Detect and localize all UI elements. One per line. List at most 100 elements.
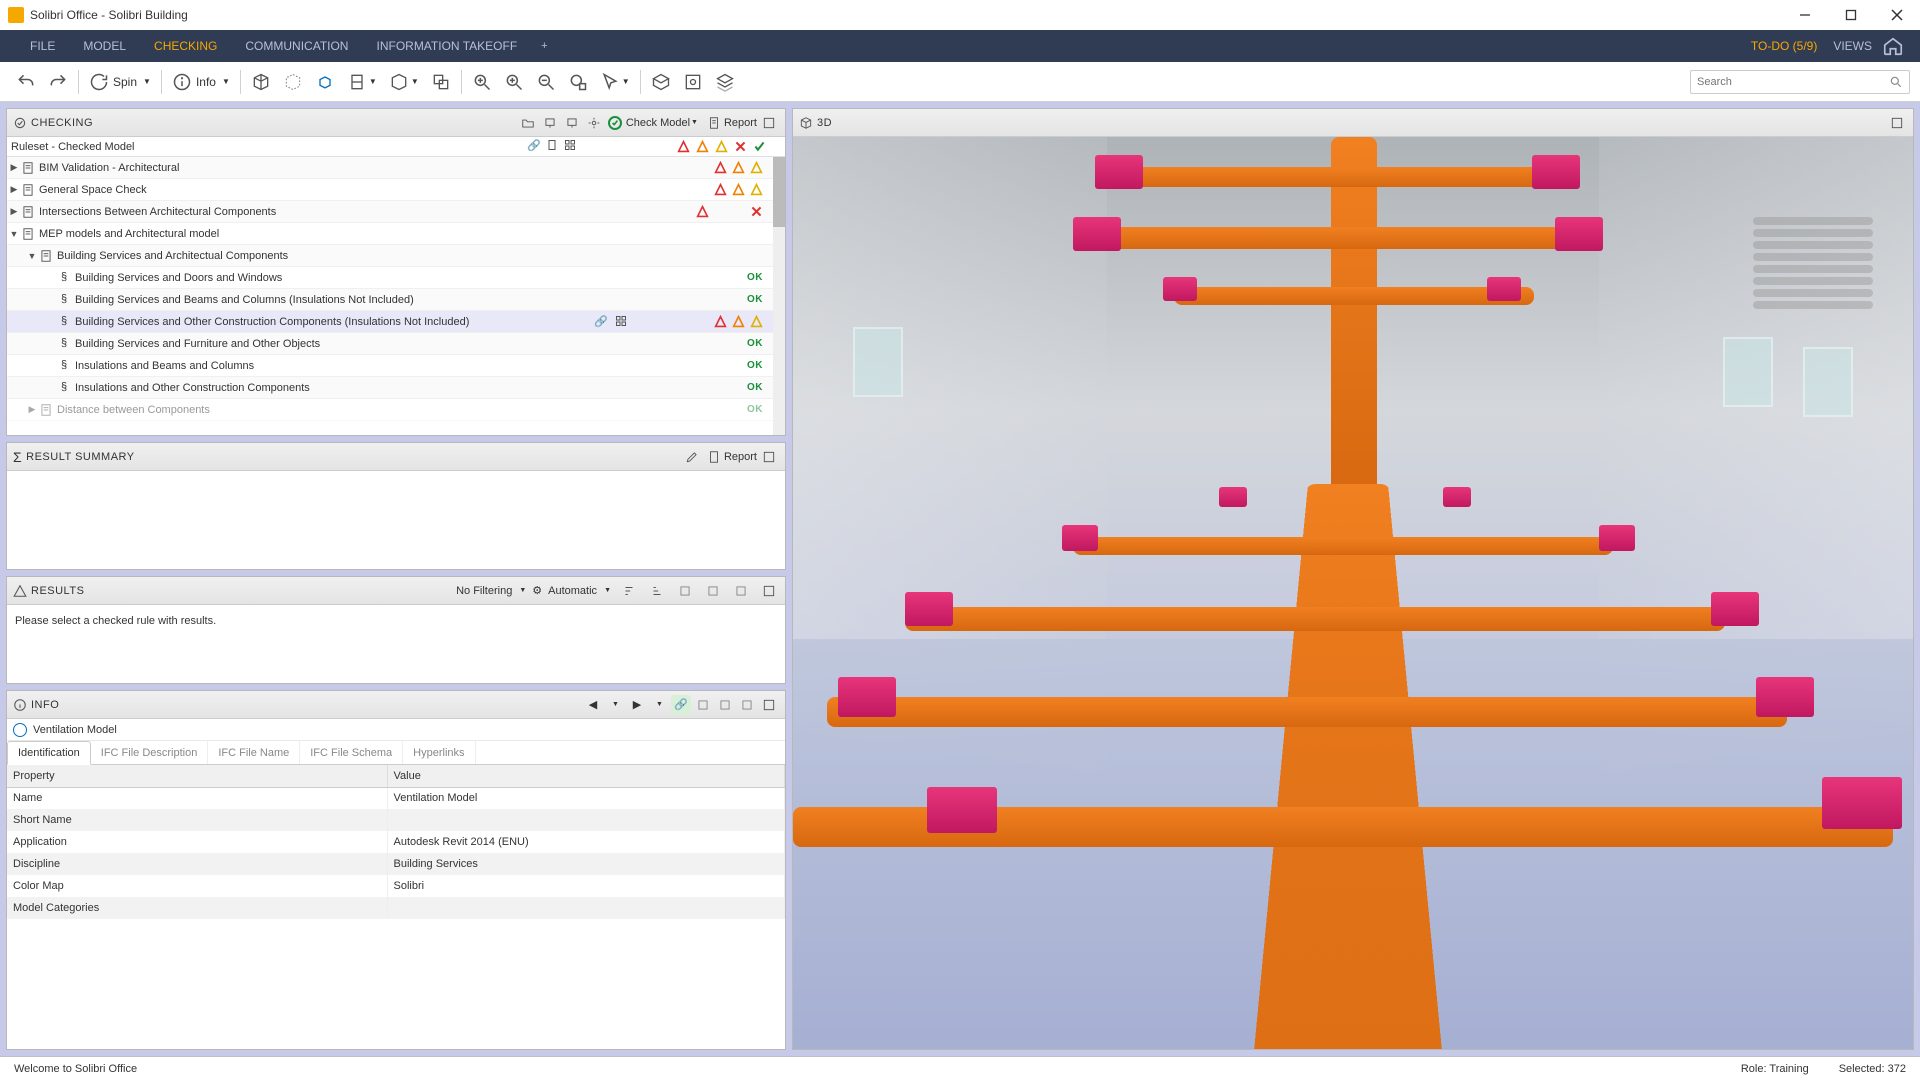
results-box3-button[interactable] [731,581,751,601]
property-row[interactable]: ApplicationAutodesk Revit 2014 (ENU) [7,831,785,853]
section-button[interactable] [645,62,677,102]
column-value[interactable]: Value [387,765,785,787]
summary-report-label[interactable]: Report [724,451,757,463]
menu-file[interactable]: FILE [16,30,69,62]
rule-tree-row[interactable]: ▼MEP models and Architectural model [7,223,773,245]
layers-button[interactable] [709,62,741,102]
menu-communication[interactable]: COMMUNICATION [231,30,362,62]
home-icon[interactable] [1882,35,1904,57]
property-row[interactable]: Color MapSolibri [7,875,785,897]
grid-icon[interactable] [563,139,577,154]
info-tab[interactable]: Identification [7,741,91,765]
summary-edit-button[interactable] [682,447,702,467]
rule-tree-row[interactable]: §Building Services and Furniture and Oth… [7,333,773,355]
select-button[interactable]: ▼ [594,62,636,102]
info-box2-button[interactable] [715,695,735,715]
info-button[interactable]: Info▼ [166,62,236,102]
info-layout-button[interactable] [759,695,779,715]
redo-button[interactable] [42,62,74,102]
search-input[interactable] [1697,76,1889,88]
3d-layout-button[interactable] [1887,113,1907,133]
info-link-button[interactable]: 🔗 [671,695,691,715]
rule-tree-row[interactable]: ▶BIM Validation - Architectural [7,157,773,179]
info-tab[interactable]: IFC File Name [208,741,300,764]
cube-solid-button[interactable] [245,62,277,102]
results-panel: RESULTS No Filtering▼ ⚙ Automatic▼ Pleas… [6,576,786,684]
report-button[interactable] [704,113,724,133]
results-layout-button[interactable] [759,581,779,601]
zoom-window-button[interactable] [562,62,594,102]
clipping-button[interactable] [677,62,709,102]
spin-button[interactable]: Spin▼ [83,62,157,102]
results-box2-button[interactable] [703,581,723,601]
auto-icon: ⚙ [532,584,542,597]
maximize-button[interactable] [1828,0,1874,30]
doc-icon[interactable] [545,139,559,154]
info-box3-button[interactable] [737,695,757,715]
rule-tree-row[interactable]: ▶General Space Check [7,179,773,201]
presentation-down-button[interactable] [562,113,582,133]
property-row[interactable]: Model Categories [7,897,785,919]
rule-tree-row[interactable]: §Insulations and Other Construction Comp… [7,377,773,399]
search-icon[interactable] [1889,75,1903,89]
automatic-label[interactable]: Automatic [548,585,597,597]
menu-add-tab[interactable]: + [531,40,557,52]
open-ruleset-button[interactable] [518,113,538,133]
3d-title: 3D [817,117,832,129]
info-tab[interactable]: IFC File Schema [300,741,403,764]
cube-small-button[interactable] [309,62,341,102]
results-box1-button[interactable] [675,581,695,601]
zoom-out-button[interactable] [530,62,562,102]
cube-transparent-button[interactable] [425,62,457,102]
info-box1-button[interactable] [693,695,713,715]
zoom-in-button[interactable] [498,62,530,102]
titlebar: Solibri Office - Solibri Building [0,0,1920,30]
link-icon[interactable]: 🔗 [527,139,541,154]
summary-layout-button[interactable] [759,447,779,467]
minimize-button[interactable] [1782,0,1828,30]
rule-tree-row[interactable]: ▼Building Services and Architectual Comp… [7,245,773,267]
views-link[interactable]: VIEWS [1833,39,1872,53]
nav-first-button[interactable]: ◀ [583,695,603,715]
presentation-button[interactable] [540,113,560,133]
sort-asc-button[interactable] [619,581,639,601]
rule-tree-row[interactable]: §Building Services and Doors and Windows… [7,267,773,289]
property-row[interactable]: NameVentilation Model [7,787,785,809]
model-icon [13,723,27,737]
summary-title: RESULT SUMMARY [26,451,134,463]
check-model-button[interactable]: Check Model▼ [608,116,698,130]
rule-tree-row[interactable]: §Insulations and Beams and ColumnsOK [7,355,773,377]
column-property[interactable]: Property [7,765,387,787]
property-row[interactable]: DisciplineBuilding Services [7,853,785,875]
menu-information-takeoff[interactable]: INFORMATION TAKEOFF [362,30,531,62]
checking-scrollbar[interactable] [773,157,785,435]
property-row[interactable]: Short Name [7,809,785,831]
summary-report-icon[interactable] [704,447,724,467]
nav-last-button[interactable]: ▼ [649,695,669,715]
undo-button[interactable] [10,62,42,102]
cube-iso-button[interactable]: ▼ [383,62,425,102]
search-box[interactable] [1690,70,1910,94]
rule-tree-row[interactable]: §Building Services and Beams and Columns… [7,289,773,311]
nav-next-button[interactable]: ▶ [627,695,647,715]
info-tab[interactable]: IFC File Description [91,741,209,764]
rule-tree-row[interactable]: ▶Intersections Between Architectural Com… [7,201,773,223]
nav-prev-button[interactable]: ▼ [605,695,625,715]
menu-model[interactable]: MODEL [69,30,140,62]
rule-tree-row[interactable]: ▶Distance between ComponentsOK [7,399,773,421]
report-label[interactable]: Report [724,117,757,129]
checking-title: CHECKING [31,117,93,129]
3d-viewport[interactable] [793,137,1913,1049]
zoom-fit-button[interactable] [466,62,498,102]
no-filtering-label[interactable]: No Filtering [456,585,512,597]
cube-wire-button[interactable] [277,62,309,102]
close-button[interactable] [1874,0,1920,30]
panel-layout-button[interactable] [759,113,779,133]
sort-desc-button[interactable] [647,581,667,601]
cube-cut-button[interactable]: ▼ [341,62,383,102]
todo-link[interactable]: TO-DO (5/9) [1751,39,1817,53]
info-tab[interactable]: Hyperlinks [403,741,475,764]
settings-icon[interactable] [584,113,604,133]
menu-checking[interactable]: CHECKING [140,30,231,62]
rule-tree-row[interactable]: §Building Services and Other Constructio… [7,311,773,333]
